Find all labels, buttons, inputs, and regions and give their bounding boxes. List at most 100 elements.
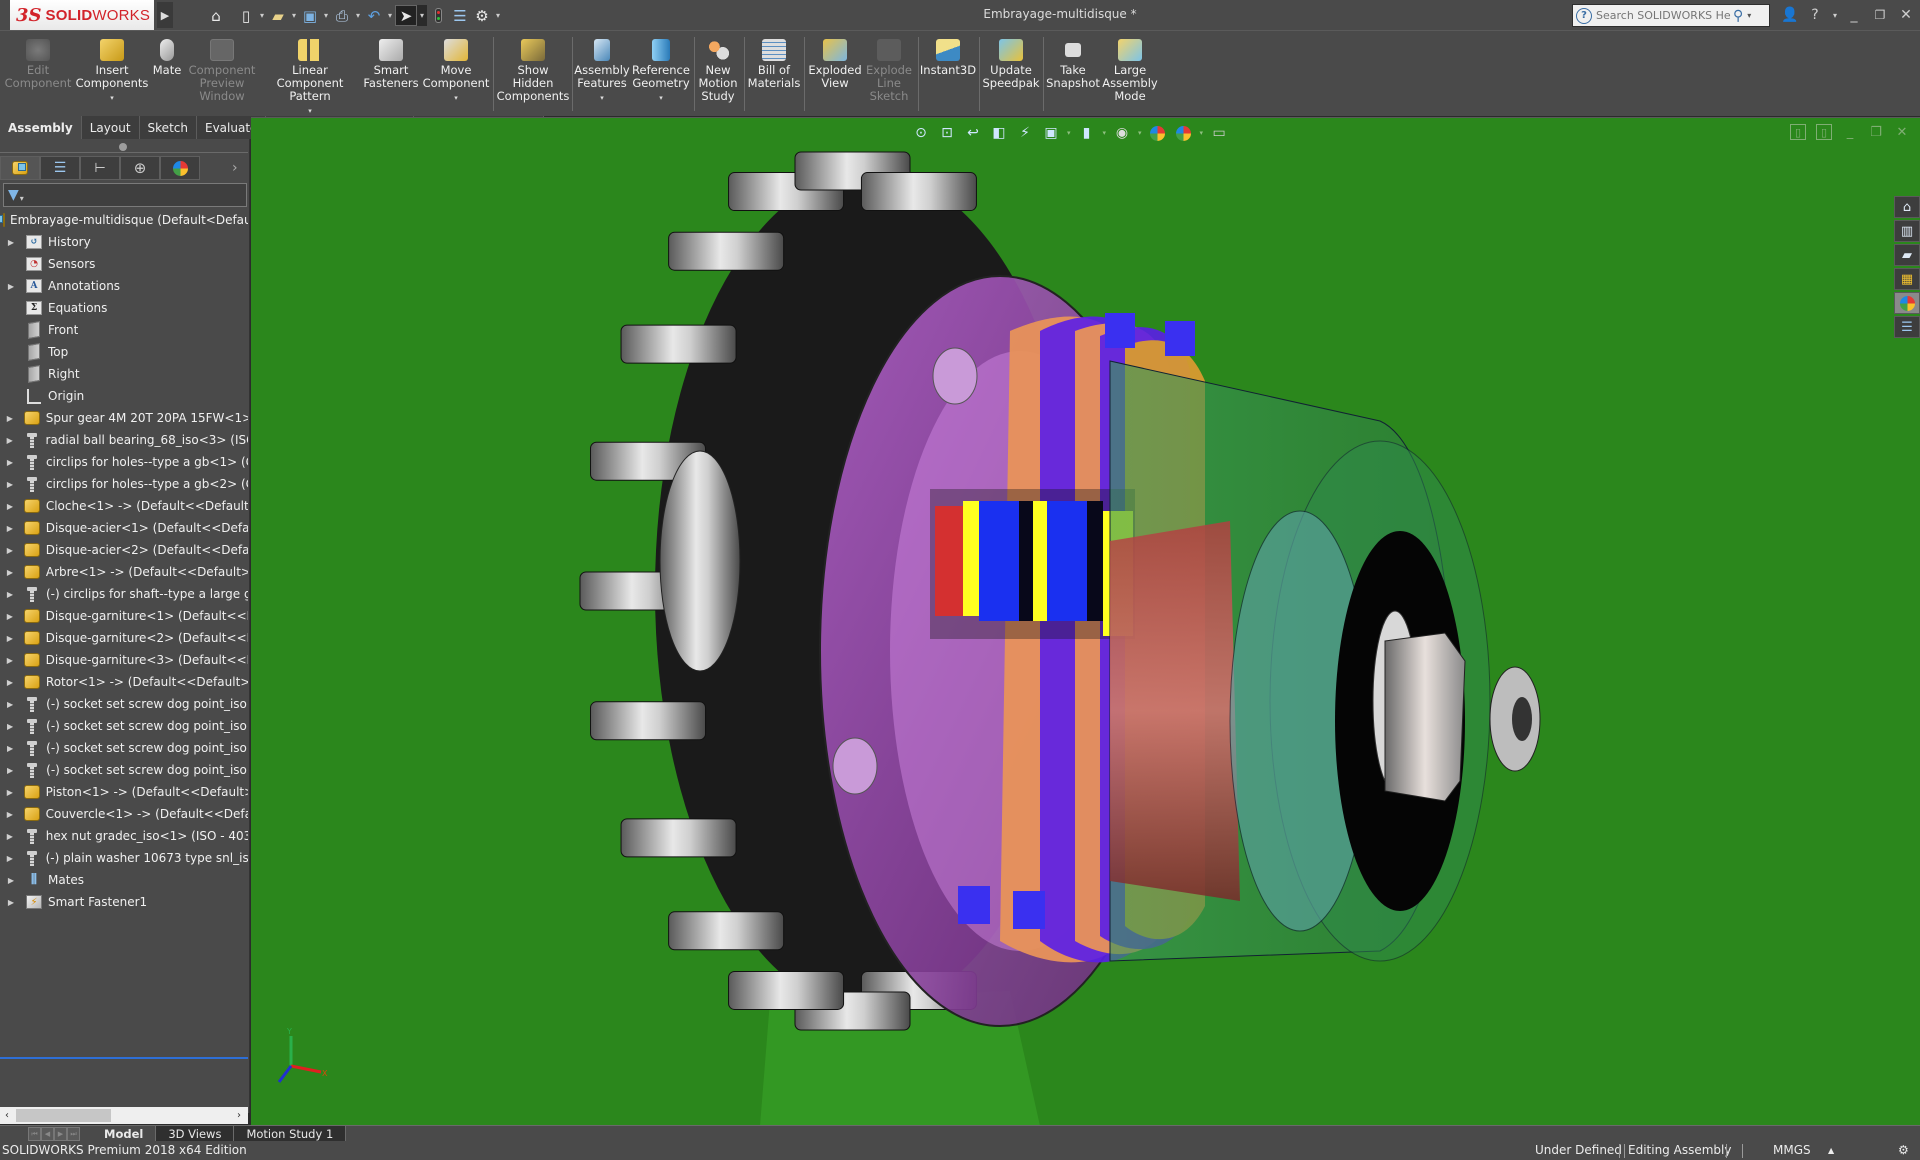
tree-item[interactable]: ▶ Rotor<1> -> (Default<<Default>_Pho [0,671,248,693]
expand-arrow-icon[interactable]: ▶ [3,524,17,533]
tree-item[interactable]: ▶ radial ball bearing_68_iso<3> (ISO 15 F [0,429,248,451]
prev-tab-icon[interactable]: ◀ [41,1127,54,1141]
search-dropdown[interactable]: ▾ [1747,11,1751,20]
edit-component-button[interactable]: Edit Component [5,39,71,90]
tab-motion-study-1[interactable]: Motion Study 1 [234,1126,347,1142]
save-dropdown[interactable]: ▾ [321,11,331,20]
instant3d-button[interactable]: Instant3D [920,39,976,77]
scroll-right-icon[interactable]: › [232,1110,246,1121]
search-input[interactable] [1596,9,1731,22]
unit-system-dropdown[interactable]: ▲ [1828,1146,1834,1155]
take-snapshot-button[interactable]: Take Snapshot [1046,39,1100,90]
tree-item[interactable]: ▶ ⫴ Mates [0,869,248,891]
select-arrow-icon[interactable]: ➤ [395,5,417,26]
tab-propertymanager[interactable]: ☰ [40,156,80,180]
properties-icon[interactable]: ☰ [449,5,471,26]
edit-appearance-icon[interactable] [1148,123,1168,143]
tree-item[interactable]: Right [0,363,248,385]
tree-item[interactable]: ▶ (-) socket set screw dog point_iso<4> [0,759,248,781]
tab-layout[interactable]: Layout [81,116,140,139]
tree-item[interactable]: ▶ (-) socket set screw dog point_iso<3> [0,737,248,759]
assembly-features-button[interactable]: Assembly Features ▾ [574,39,630,105]
expand-arrow-icon[interactable]: ▶ [3,854,17,863]
tree-root-assembly[interactable]: Embrayage-multidisque (Default<Default_ [0,209,248,231]
minimize-button[interactable]: _ [1843,4,1865,26]
next-tab-icon[interactable]: ▶ [54,1127,67,1141]
viewport-close-icon[interactable]: ✕ [1894,124,1910,140]
close-button[interactable]: ✕ [1895,4,1917,26]
expand-arrow-icon[interactable]: ▶ [3,458,17,467]
exploded-view-button[interactable]: Exploded View [808,39,862,90]
expand-arrow-icon[interactable]: ▶ [3,788,17,797]
first-tab-icon[interactable]: ⏮ [28,1127,41,1141]
home-icon[interactable]: ⌂ [205,5,227,26]
zoom-to-fit-icon[interactable]: ⊙ [911,123,931,143]
expand-arrow-icon[interactable]: ▶ [3,436,17,445]
expand-arrow-icon[interactable]: ▶ [3,766,17,775]
previous-view-icon[interactable]: ↩ [963,123,983,143]
tree-item[interactable]: ▶ A Annotations [0,275,248,297]
tab-model[interactable]: Model [92,1126,157,1142]
restore-button[interactable]: ❐ [1869,4,1891,26]
tree-item[interactable]: ▶ Piston<1> -> (Default<<Default>_Pho [0,781,248,803]
tile-left-icon[interactable]: ▯ [1790,124,1806,140]
tree-item[interactable]: ▶ (-) plain washer 10673 type snl_iso<1> [0,847,248,869]
mate-button[interactable]: Mate [152,39,182,77]
view-palette-icon[interactable]: ▦ [1894,268,1920,290]
open-dropdown[interactable]: ▾ [289,11,299,20]
panel-grip-handle[interactable] [119,143,127,151]
solidworks-resources-home-icon[interactable]: ⌂ [1894,196,1920,218]
scroll-left-icon[interactable]: ‹ [0,1110,14,1121]
tab-assembly[interactable]: Assembly [0,116,82,139]
expand-arrow-icon[interactable]: ▶ [3,480,17,489]
tile-right-icon[interactable]: ▯ [1816,124,1832,140]
undo-icon[interactable]: ↶ [363,5,385,26]
tree-item[interactable]: Origin [0,385,248,407]
gear-icon[interactable]: ⚙ [471,5,493,26]
zoom-to-area-icon[interactable]: ⊡ [937,123,957,143]
apply-scene-icon[interactable] [1174,123,1194,143]
unit-system-button[interactable]: MMGS [1773,1143,1811,1157]
appearances-scenes-icon[interactable] [1894,292,1920,314]
tree-item[interactable]: ▶ Disque-garniture<2> (Default<<Defau [0,627,248,649]
solidworks-logo[interactable]: 3S SOLIDWORKS [10,0,154,30]
tree-item[interactable]: ▶ Spur gear 4M 20T 20PA 15FW<1> (Def [0,407,248,429]
expand-arrow-icon[interactable]: ▶ [3,744,17,753]
large-assembly-mode-button[interactable]: Large Assembly Mode [1102,39,1158,103]
viewport-restore-icon[interactable]: ❐ [1868,124,1884,140]
expand-arrow-icon[interactable]: ▶ [3,898,19,907]
dynamic-annotation-view-icon[interactable]: ⚡ [1015,123,1035,143]
undo-dropdown[interactable]: ▾ [385,11,395,20]
hide-show-items-eye-icon[interactable]: ◉ [1112,123,1132,143]
linear-component-pattern-button[interactable]: Linear Component Pattern ▾ [260,39,360,118]
bill-of-materials-button[interactable]: Bill of Materials [748,39,800,90]
tree-item[interactable]: ▶ Arbre<1> -> (Default<<Default>_Pho [0,561,248,583]
filter-dropdown[interactable]: ▾ [20,194,24,203]
reference-geometry-button[interactable]: Reference Geometry ▾ [632,39,690,105]
tab-3d-views[interactable]: 3D Views [156,1126,235,1142]
tree-item[interactable]: ▶ ⚡ Smart Fastener1 [0,891,248,913]
rollback-bar[interactable] [0,1057,248,1059]
insert-components-button[interactable]: Insert Components ▾ [76,39,148,105]
new-motion-study-button[interactable]: New Motion Study [698,39,738,103]
tree-item[interactable]: ▶ hex nut gradec_iso<1> (ISO - 4034 - M [0,825,248,847]
hide-show-dropdown[interactable]: ▾ [1138,129,1142,137]
new-dropdown[interactable]: ▾ [257,11,267,20]
expand-arrow-icon[interactable]: ▶ [3,678,17,687]
expand-arrow-icon[interactable]: ▶ [3,568,17,577]
tree-item[interactable]: ▶ Cloche<1> -> (Default<<Default>_Ph [0,495,248,517]
open-folder-icon[interactable]: ▰ [267,5,289,26]
print-dropdown[interactable]: ▾ [353,11,363,20]
expand-arrow-icon[interactable]: ▶ [3,634,17,643]
expand-arrow-icon[interactable]: ▶ [3,590,17,599]
custom-properties-icon[interactable]: ☰ [1894,316,1920,338]
save-icon[interactable]: ▣ [299,5,321,26]
insert-components-dropdown[interactable]: ▾ [110,92,114,105]
expand-arrow-icon[interactable]: ▶ [3,502,17,511]
traffic-light-icon[interactable] [427,5,449,26]
customize-status-icon[interactable]: ⚙ [1898,1143,1909,1157]
expand-arrow-icon[interactable]: ▶ [3,656,17,665]
viewport-minimize-icon[interactable]: _ [1842,124,1858,140]
tree-item[interactable]: ▶ ↺ History [0,231,248,253]
expand-arrow-icon[interactable]: ▶ [3,546,17,555]
